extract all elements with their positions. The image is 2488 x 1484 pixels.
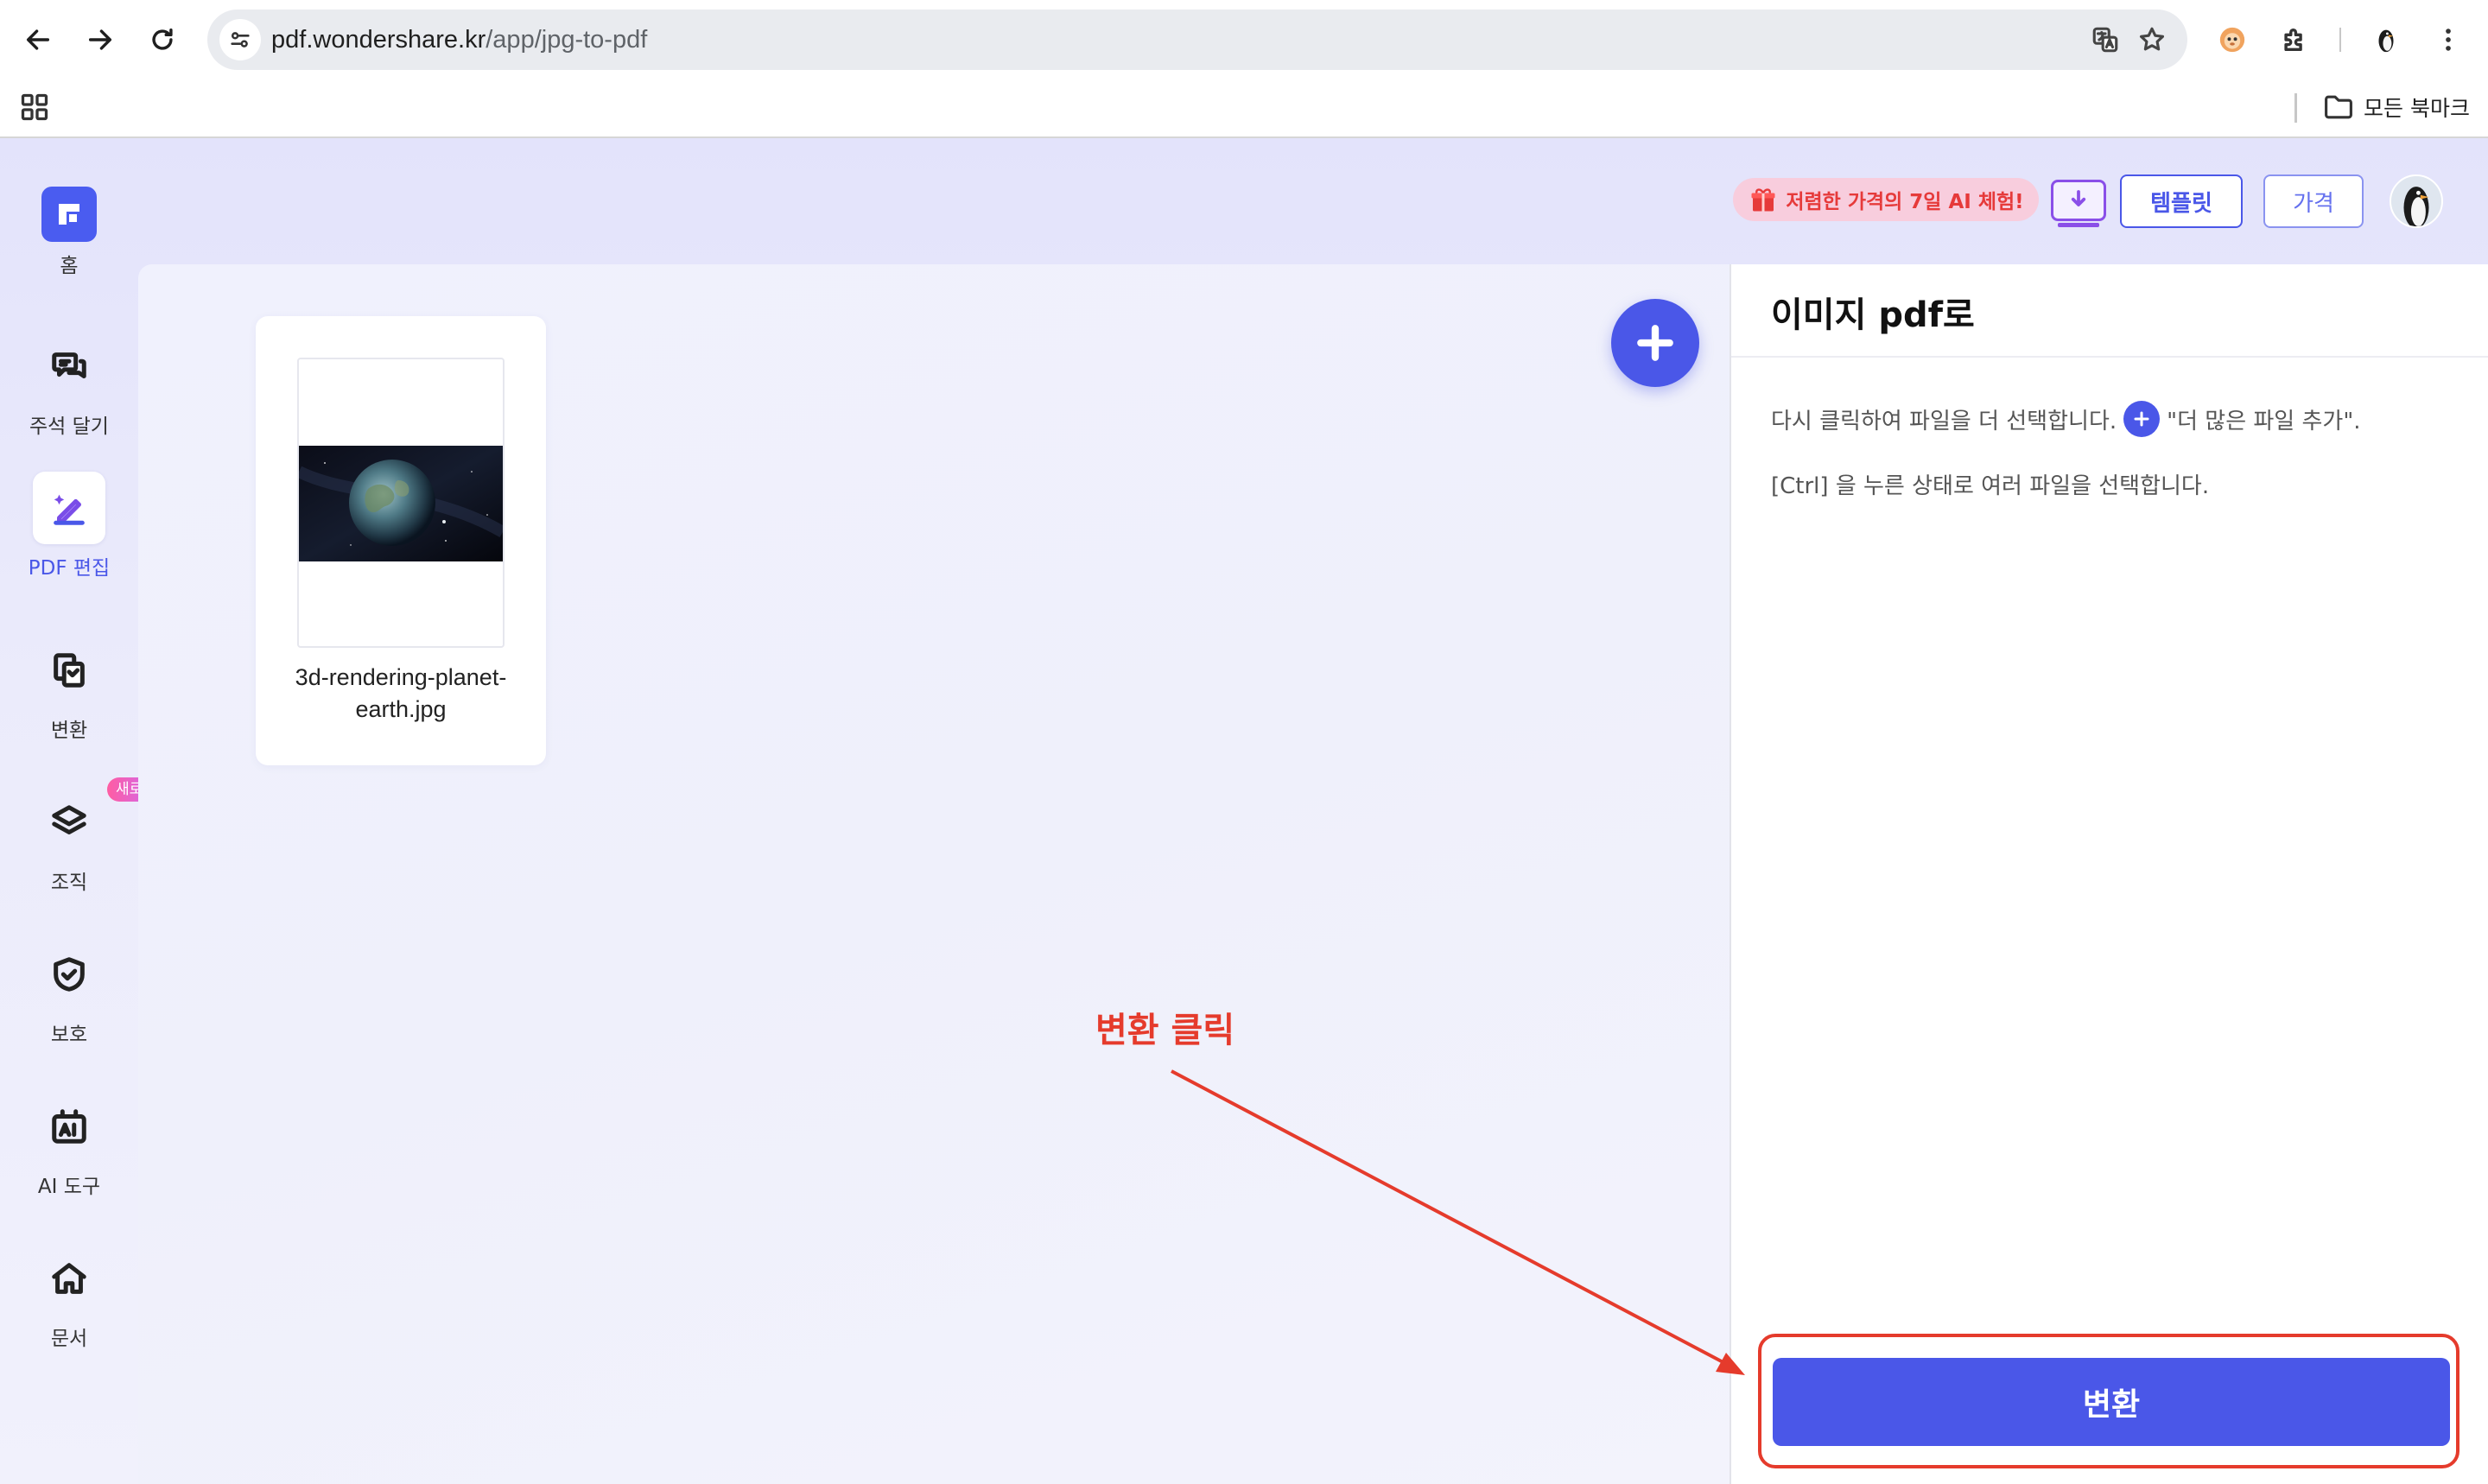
forward-button[interactable]	[79, 19, 121, 60]
sidebar-item-annotate[interactable]: 주석 달기	[0, 330, 138, 439]
penguin-avatar-icon	[2391, 176, 2441, 226]
hint-text-after: "더 많은 파일 추가".	[2167, 408, 2361, 434]
apps-grid-icon[interactable]	[19, 92, 50, 123]
sidebar: 홈 주석 달기 PDF 편집 변환 새로운 조직 보호 AI 도구 문서	[0, 138, 165, 1484]
sidebar-icon-wrap	[33, 1090, 105, 1163]
bookmarks-bar: 모든 북마크	[0, 79, 2488, 138]
more-vertical-icon	[2446, 29, 2451, 51]
address-bar[interactable]: pdf.wondershare.kr/app/jpg-to-pdf	[207, 10, 2187, 70]
monkey-extension-icon	[2219, 27, 2245, 53]
sidebar-item-label: 변환	[50, 720, 88, 742]
panel-hint-ctrl: [Ctrl] 을 누른 상태로 여러 파일을 선택합니다.	[1771, 473, 2210, 499]
reload-icon	[152, 28, 173, 50]
sidebar-item-organize[interactable]: 새로운 조직	[0, 777, 165, 895]
earth-image	[299, 446, 503, 561]
bookmark-star-button[interactable]	[2134, 22, 2170, 58]
home-icon	[52, 1263, 86, 1294]
promo-text: 저렴한 가격의 7일 AI 체험!	[1786, 191, 2024, 213]
sidebar-item-label: 조직	[50, 872, 88, 894]
star-icon	[2139, 27, 2165, 51]
sidebar-icon-wrap: 새로운	[33, 777, 165, 859]
sidebar-item-ai-tools[interactable]: AI 도구	[0, 1090, 138, 1199]
annotation-highlight-box	[1758, 1334, 2459, 1468]
sidebar-item-convert[interactable]: 변환	[0, 634, 138, 743]
avatar[interactable]	[2390, 174, 2443, 228]
panel-title: 이미지 pdf로	[1771, 295, 1975, 335]
sidebar-icon-wrap	[33, 634, 105, 707]
logo-mark	[59, 204, 79, 225]
sidebar-icon-wrap	[33, 1242, 105, 1315]
penguin-avatar-icon	[2378, 29, 2394, 53]
logo-icon	[41, 187, 97, 242]
sidebar-icon-wrap	[33, 178, 105, 251]
download-app-button[interactable]	[2051, 180, 2106, 221]
back-button[interactable]	[17, 19, 59, 60]
add-file-button[interactable]	[1611, 299, 1699, 387]
tune-icon	[231, 32, 250, 48]
file-name: 3d-rendering-planet-earth.jpg	[295, 664, 507, 722]
translate-button[interactable]	[2087, 22, 2123, 58]
shield-icon	[54, 957, 85, 992]
panel-hint: 다시 클릭하여 파일을 더 선택합니다. "더 많은 파일 추가".	[1771, 401, 2361, 437]
plus-icon	[2123, 401, 2161, 437]
puzzle-icon	[2284, 29, 2302, 52]
annotate-icon	[52, 352, 86, 378]
hint-text-before: 다시 클릭하여 파일을 더 선택합니다.	[1771, 408, 2117, 434]
promo-banner[interactable]: 저렴한 가격의 7일 AI 체험!	[1733, 178, 2039, 221]
layers-icon	[52, 805, 86, 834]
reload-button[interactable]	[142, 19, 183, 60]
panel-divider	[1731, 356, 2488, 358]
file-card[interactable]: 3d-rendering-planet-earth.jpg	[256, 316, 546, 765]
file-thumbnail	[297, 358, 505, 648]
app-root: 홈 주석 달기 PDF 편집 변환 새로운 조직 보호 AI 도구 문서 저렴한…	[0, 138, 2488, 1484]
plus-glyph	[2134, 411, 2149, 427]
sidebar-icon-wrap	[33, 472, 105, 544]
browser-menu-button[interactable]	[2428, 19, 2469, 60]
sidebar-item-label: 보호	[50, 1024, 88, 1046]
translate-icon	[2092, 27, 2118, 53]
toolbar-separator	[2339, 28, 2341, 52]
sidebar-item-label: AI 도구	[37, 1176, 101, 1198]
plus-icon	[1637, 325, 1673, 361]
sidebar-item-label: PDF 편집	[28, 557, 111, 580]
file-canvas: 3d-rendering-planet-earth.jpg	[138, 264, 1730, 1484]
sidebar-item-label: 주석 달기	[29, 415, 109, 438]
sidebar-item-edit-pdf[interactable]: PDF 편집	[0, 472, 138, 580]
sidebar-item-documents[interactable]: 문서	[0, 1242, 138, 1351]
folder-icon	[2325, 95, 2352, 119]
gift-icon	[1751, 188, 1775, 212]
arrow-left-icon	[26, 29, 50, 50]
sidebar-item-home[interactable]: 홈	[0, 178, 138, 278]
bookmarks-separator	[2294, 93, 2297, 123]
convert-panel: 이미지 pdf로 다시 클릭하여 파일을 더 선택합니다. "더 많은 파일 추…	[1730, 264, 2488, 1484]
extensions-button[interactable]	[2274, 19, 2315, 60]
url-text[interactable]: pdf.wondershare.kr/app/jpg-to-pdf	[271, 25, 647, 54]
convert-icon	[54, 653, 85, 688]
site-settings-button[interactable]	[219, 19, 261, 60]
annotation-text: 변환 클릭	[1095, 1011, 1235, 1050]
extension-monkey-button[interactable]	[2212, 19, 2253, 60]
sidebar-item-label: 문서	[50, 1328, 88, 1350]
arrow-right-icon	[88, 29, 112, 50]
pricing-button[interactable]: 가격	[2263, 174, 2364, 228]
browser-toolbar: pdf.wondershare.kr/app/jpg-to-pdf	[0, 0, 2488, 79]
profile-button[interactable]	[2365, 19, 2407, 60]
sidebar-item-protect[interactable]: 보호	[0, 938, 138, 1047]
edit-pdf-icon	[54, 494, 85, 525]
all-bookmarks-label: 모든 북마크	[2364, 96, 2470, 121]
templates-button[interactable]: 템플릿	[2120, 174, 2243, 228]
url-path: /app/jpg-to-pdf	[486, 26, 648, 54]
ai-tools-icon	[52, 1109, 86, 1144]
download-button-base	[2058, 223, 2099, 227]
all-bookmarks-folder[interactable]: 모든 북마크	[2324, 90, 2470, 124]
sidebar-item-label: 홈	[60, 255, 79, 277]
sidebar-icon-wrap	[33, 938, 105, 1011]
sidebar-icon-wrap	[33, 330, 105, 403]
url-host: pdf.wondershare.kr	[271, 26, 486, 54]
download-icon	[2071, 190, 2086, 206]
